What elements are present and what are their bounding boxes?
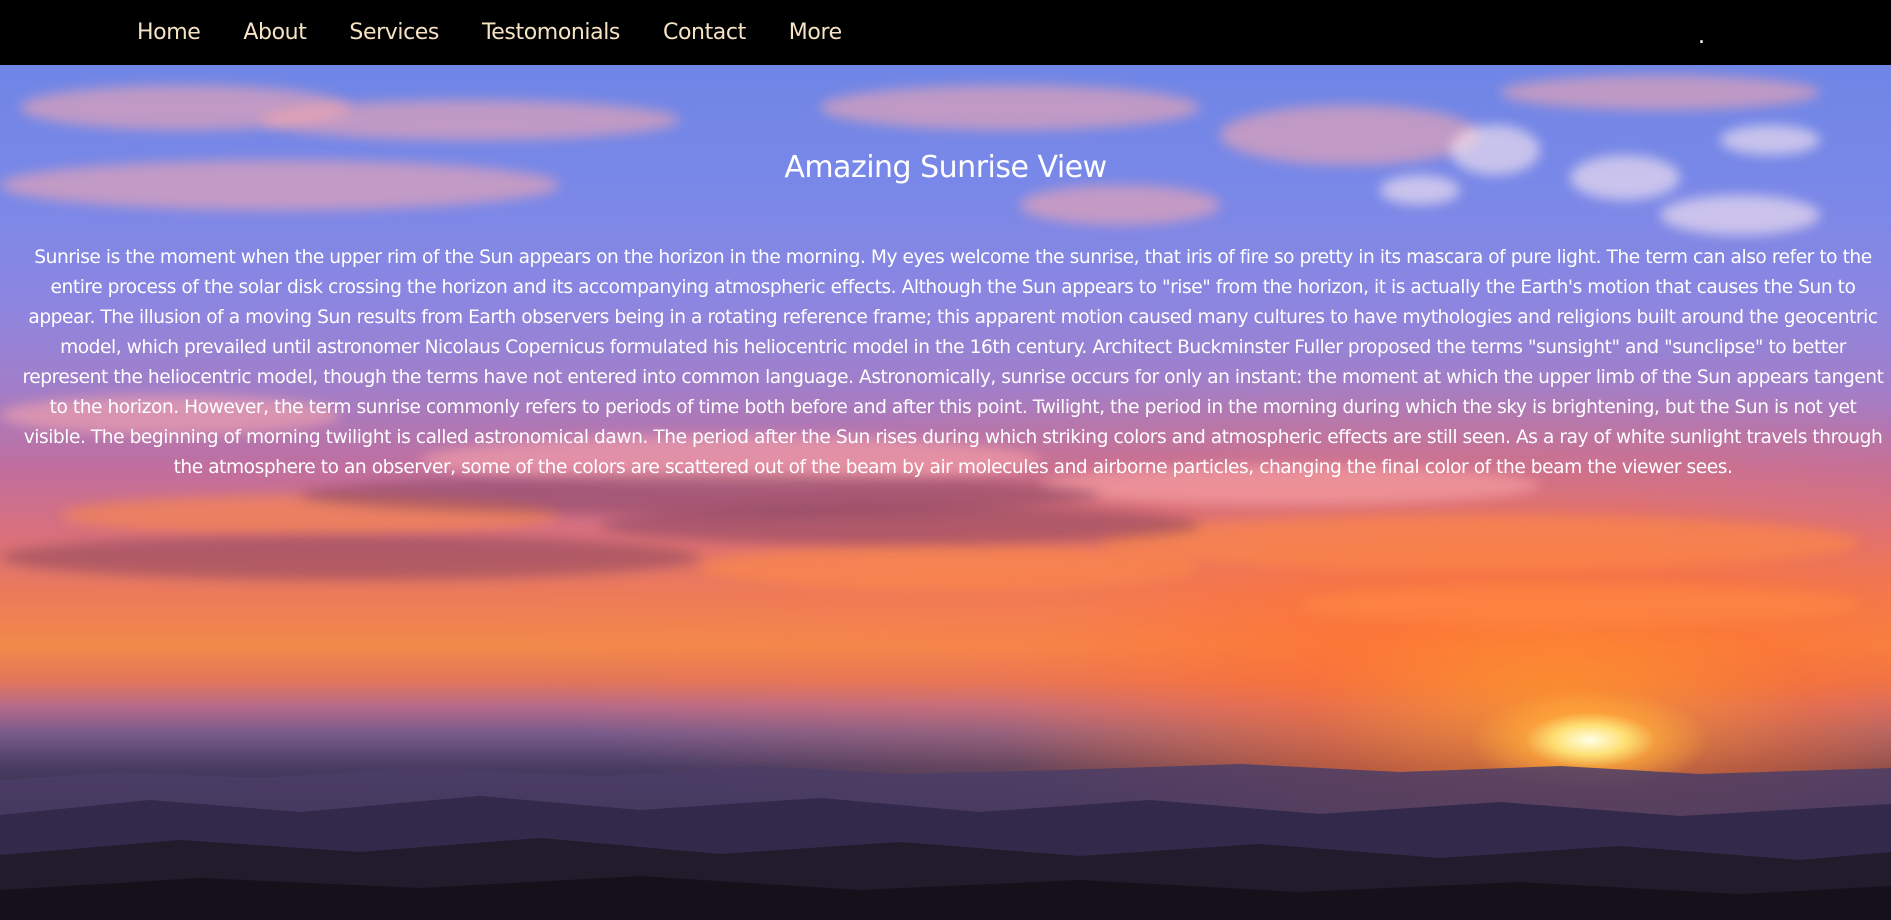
nav-link-contact[interactable]: Contact [663, 20, 746, 45]
nav-link-more[interactable]: More [789, 20, 842, 45]
hero-paragraph: Sunrise is the moment when the upper rim… [22, 247, 1884, 478]
hero-section: Amazing Sunrise View Sunrise is the mome… [0, 65, 1891, 920]
landscape-hills [0, 764, 1891, 920]
nav-link-home[interactable]: Home [137, 20, 201, 45]
nav-list: Home About Services Testomonials Contact… [137, 20, 885, 45]
nav-link-testomonials[interactable]: Testomonials [482, 20, 620, 45]
nav-link-services[interactable]: Services [349, 20, 439, 45]
nav-dot-text: . [1698, 24, 1705, 49]
nav-link-about[interactable]: About [243, 20, 306, 45]
top-navbar: Home About Services Testomonials Contact… [0, 0, 1891, 65]
page-title: Amazing Sunrise View [784, 150, 1107, 185]
